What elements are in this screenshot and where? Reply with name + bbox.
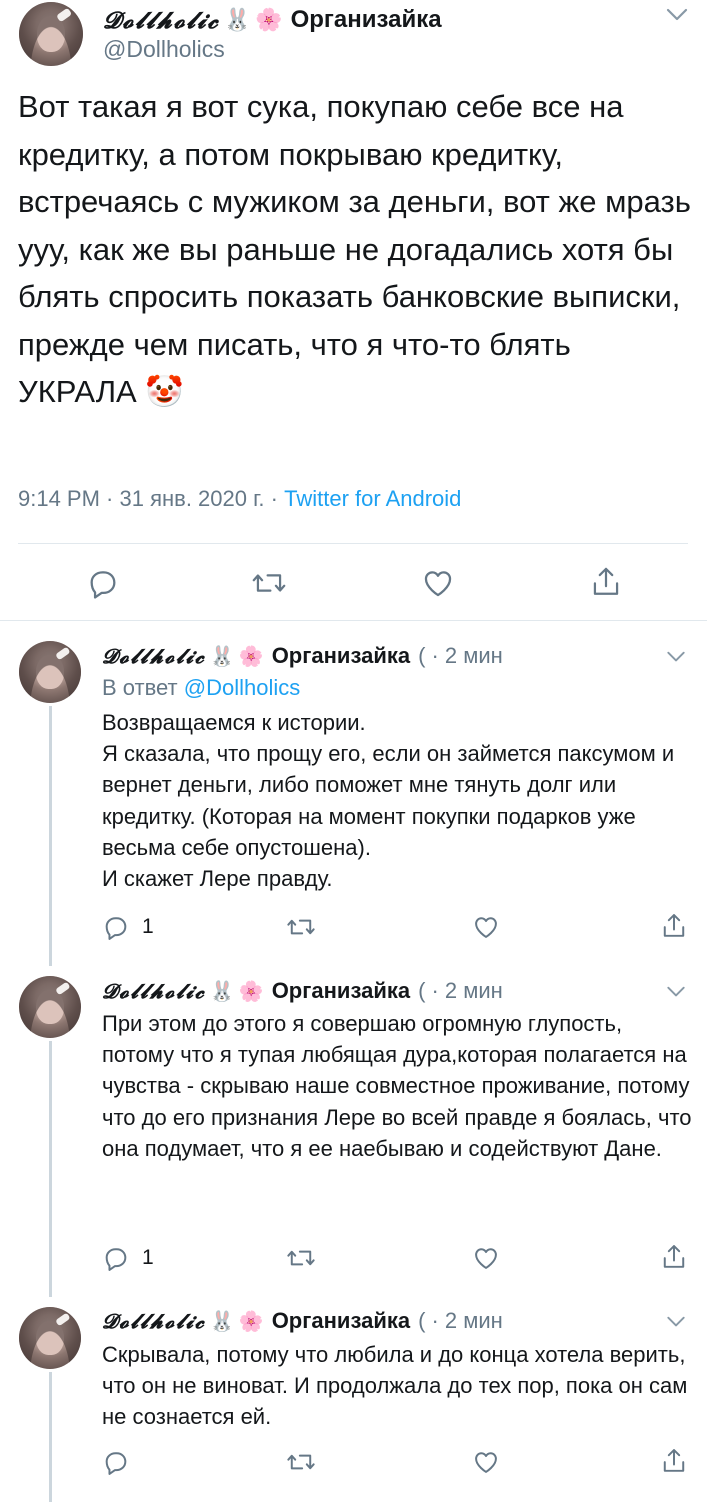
handle: ( bbox=[418, 1308, 426, 1333]
display-name-suffix: Организайка bbox=[290, 6, 442, 33]
reply-icon bbox=[105, 1248, 127, 1271]
flower-emoji-icon: 🌸 bbox=[238, 1310, 264, 1333]
thread-line bbox=[49, 706, 52, 966]
author-name-row[interactable]: 𝓓𝓸𝓵𝓵𝓱𝓸𝓵𝓲𝓬 🐰 🌸 Организайка ( · 2 мин bbox=[102, 640, 503, 672]
chevron-down-icon[interactable] bbox=[666, 986, 686, 998]
heart-icon bbox=[475, 1452, 497, 1473]
share-button[interactable] bbox=[660, 1446, 688, 1476]
retweet-icon bbox=[252, 574, 286, 592]
share-button[interactable] bbox=[660, 1242, 688, 1272]
clown-emoji-icon: 🤡 bbox=[145, 374, 184, 409]
display-name: 𝓓𝓸𝓵𝓵𝓱𝓸𝓵𝓲𝓬 bbox=[102, 644, 206, 668]
retweet-button[interactable] bbox=[286, 1448, 316, 1476]
thread-line bbox=[49, 1372, 52, 1502]
display-name: 𝓓𝓸𝓵𝓵𝓱𝓸𝓵𝓲𝓬 bbox=[102, 979, 206, 1003]
tweet-time[interactable]: · 2 мин bbox=[431, 978, 502, 1004]
tweet-text: Вот такая я вот сука, покупаю себе все н… bbox=[18, 89, 691, 409]
retweet-icon bbox=[287, 1454, 315, 1470]
handle[interactable]: @Dollholics bbox=[103, 36, 225, 63]
chevron-down-icon[interactable] bbox=[666, 8, 688, 22]
display-name-suffix: Организайка bbox=[271, 1308, 411, 1333]
display-name-suffix: Организайка bbox=[271, 978, 411, 1003]
reply-icon bbox=[90, 571, 116, 599]
divider bbox=[18, 543, 688, 544]
tweet-source-link[interactable]: Twitter for Android bbox=[284, 486, 461, 511]
share-button[interactable] bbox=[660, 911, 688, 941]
reply-icon bbox=[105, 917, 127, 940]
reply-button[interactable]: 1 bbox=[102, 913, 154, 941]
tweet-text: Скрывала, потому что любила и до конца х… bbox=[102, 1342, 694, 1430]
heart-icon bbox=[424, 571, 452, 597]
reply-context: В ответ @Dollholics bbox=[102, 675, 301, 700]
tweet-time[interactable]: · 2 мин bbox=[431, 1308, 502, 1334]
like-button[interactable] bbox=[421, 566, 455, 600]
share-icon bbox=[663, 914, 685, 937]
author-name-row[interactable]: 𝓓𝓸𝓵𝓵𝓱𝓸𝓵𝓲𝓬 🐰 🌸 Организайка ( · 2 мин bbox=[102, 975, 503, 1007]
retweet-icon bbox=[287, 919, 315, 935]
heart-icon bbox=[475, 1248, 497, 1269]
bunny-emoji-icon: 🐰 bbox=[223, 7, 252, 32]
display-name: 𝓓𝓸𝓵𝓵𝓱𝓸𝓵𝓲𝓬 bbox=[103, 6, 220, 34]
share-icon bbox=[663, 1449, 685, 1472]
retweet-button[interactable] bbox=[251, 566, 287, 600]
reply-icon bbox=[105, 1452, 127, 1475]
retweet-icon bbox=[287, 1250, 315, 1266]
share-button[interactable] bbox=[589, 564, 623, 600]
like-button[interactable] bbox=[472, 1244, 500, 1272]
tweet-text: Возвращаемся к истории. Я сказала, что п… bbox=[102, 710, 675, 892]
heart-icon bbox=[475, 917, 497, 938]
flower-emoji-icon: 🌸 bbox=[238, 980, 264, 1003]
reply-button[interactable] bbox=[102, 1448, 142, 1476]
tweet-timestamp[interactable]: 9:14 PM · 31 янв. 2020 г. · bbox=[18, 486, 284, 511]
thread-line bbox=[49, 1041, 52, 1297]
handle: ( bbox=[418, 643, 426, 668]
reply-count: 1 bbox=[142, 1246, 154, 1269]
reply-count: 1 bbox=[142, 915, 154, 938]
avatar[interactable] bbox=[19, 641, 81, 703]
flower-emoji-icon: 🌸 bbox=[238, 645, 264, 668]
bunny-emoji-icon: 🐰 bbox=[209, 645, 235, 668]
divider bbox=[0, 620, 707, 621]
avatar[interactable] bbox=[19, 1307, 81, 1369]
display-name-suffix: Организайка bbox=[271, 643, 411, 668]
reply-button[interactable]: 1 bbox=[102, 1244, 154, 1272]
tweet-time[interactable]: · 2 мин bbox=[431, 643, 502, 669]
reply-to-handle-link[interactable]: @Dollholics bbox=[184, 675, 300, 700]
like-button[interactable] bbox=[472, 1448, 500, 1476]
author-name-row[interactable]: 𝓓𝓸𝓵𝓵𝓱𝓸𝓵𝓲𝓬 🐰 🌸 Организайка ( · 2 мин bbox=[102, 1305, 503, 1337]
handle: ( bbox=[418, 978, 426, 1003]
bunny-emoji-icon: 🐰 bbox=[209, 980, 235, 1003]
avatar[interactable] bbox=[19, 2, 83, 66]
author-name-row[interactable]: 𝓓𝓸𝓵𝓵𝓱𝓸𝓵𝓲𝓬 🐰 🌸 Организайка bbox=[103, 4, 442, 36]
chevron-down-icon[interactable] bbox=[666, 651, 686, 663]
retweet-button[interactable] bbox=[286, 913, 316, 941]
reply-button[interactable] bbox=[86, 566, 120, 600]
retweet-button[interactable] bbox=[286, 1244, 316, 1272]
avatar[interactable] bbox=[19, 976, 81, 1038]
tweet-text: При этом до этого я совершаю огромную гл… bbox=[102, 1011, 698, 1161]
share-icon bbox=[593, 567, 619, 595]
chevron-down-icon[interactable] bbox=[666, 1316, 686, 1328]
tweet-meta: 9:14 PM · 31 янв. 2020 г. · Twitter for … bbox=[18, 486, 461, 512]
flower-emoji-icon: 🌸 bbox=[255, 7, 283, 32]
display-name: 𝓓𝓸𝓵𝓵𝓱𝓸𝓵𝓲𝓬 bbox=[102, 1309, 206, 1333]
share-icon bbox=[663, 1245, 685, 1268]
bunny-emoji-icon: 🐰 bbox=[209, 1310, 235, 1333]
like-button[interactable] bbox=[472, 913, 500, 941]
